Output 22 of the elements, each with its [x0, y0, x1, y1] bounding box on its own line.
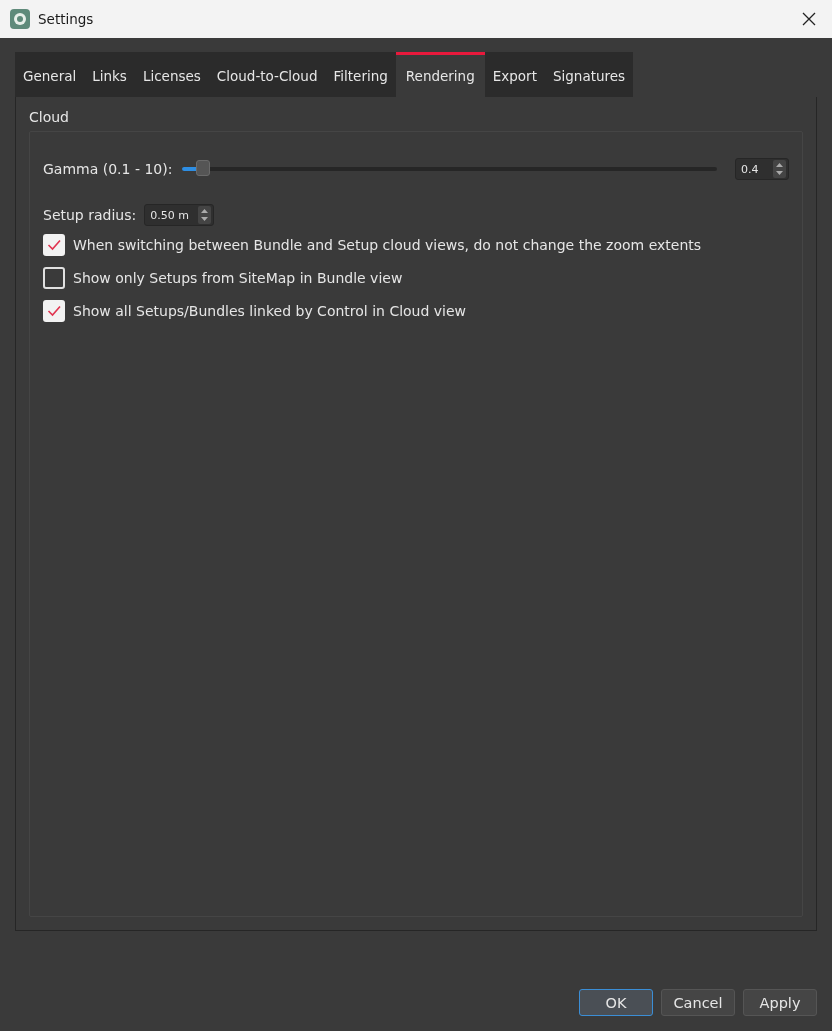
checkbox[interactable]: [43, 233, 65, 256]
spin-arrows-icon: [775, 161, 784, 177]
checkbox-label: Show only Setups from SiteMap in Bundle view: [73, 269, 403, 286]
setup-radius-label: Setup radius:: [43, 207, 137, 223]
checkbox-label: When switching between Bundle and Setup cloud views, do not change the zoom extents: [73, 236, 702, 253]
checkbox[interactable]: [43, 299, 65, 322]
window-title: Settings: [38, 11, 95, 27]
dialog-button[interactable]: Apply: [743, 989, 817, 1016]
dialog-button[interactable]: Cancel: [661, 989, 735, 1016]
checkbox[interactable]: [43, 266, 65, 289]
group-title: Cloud: [29, 109, 70, 125]
gamma-label: Gamma (0.1 - 10):: [43, 161, 173, 177]
app-icon: [10, 9, 30, 29]
spin-arrows-icon: [200, 207, 210, 223]
close-icon: [802, 12, 816, 26]
slider-thumb[interactable]: [196, 160, 211, 176]
tab[interactable]: Rendering: [395, 52, 485, 97]
setup-radius-spinbox[interactable]: 0.50 m: [144, 204, 215, 226]
gamma-spinbox[interactable]: 0.4: [735, 158, 789, 180]
checkbox-label: Show all Setups/Bundles linked by Control in Cloud view: [73, 302, 467, 319]
dialog-button[interactable]: OK: [579, 989, 653, 1016]
gamma-slider[interactable]: [182, 160, 717, 178]
